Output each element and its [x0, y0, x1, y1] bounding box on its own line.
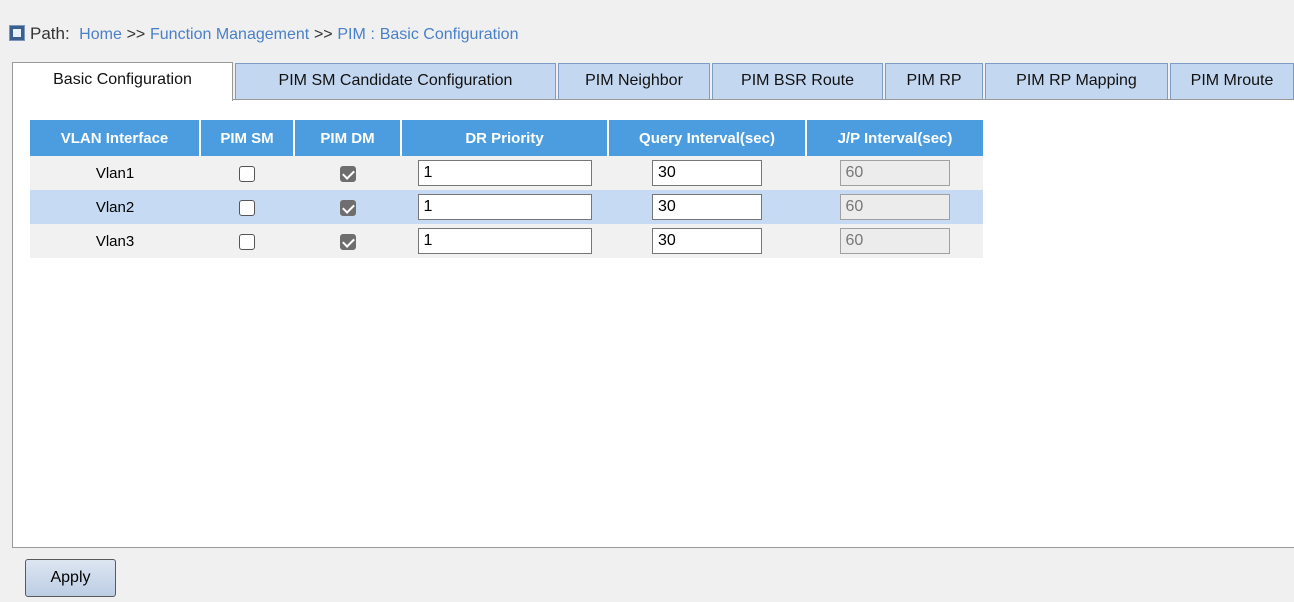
- pim-sm-cell: [200, 190, 294, 224]
- tab-pim-bsr-route[interactable]: PIM BSR Route: [712, 63, 883, 99]
- table-header-row: VLAN Interface PIM SM PIM DM DR Priority…: [30, 120, 983, 156]
- breadcrumb: Path: Home >> Function Management >> PIM…: [9, 20, 519, 48]
- jp-interval-input: 60: [839, 160, 950, 186]
- query-interval-cell: 30: [608, 190, 806, 224]
- pim-dm-checkbox[interactable]: [339, 165, 356, 182]
- button-bar: Apply: [0, 548, 1294, 602]
- pim-interface-table: VLAN Interface PIM SM PIM DM DR Priority…: [30, 120, 983, 258]
- column-header-query-interval: Query Interval(sec): [608, 120, 807, 156]
- dr-priority-input[interactable]: 1: [417, 228, 592, 254]
- query-interval-cell: 30: [608, 224, 806, 258]
- path-label: Path:: [30, 24, 70, 43]
- breadcrumb-colon: :: [370, 26, 375, 43]
- vlan-interface-cell: Vlan1: [30, 156, 200, 190]
- pim-sm-cell: [200, 156, 294, 190]
- query-interval-input[interactable]: 30: [652, 160, 762, 186]
- column-header-pim-sm: PIM SM: [200, 120, 295, 156]
- dr-priority-cell: 1: [401, 156, 608, 190]
- square-icon: [9, 25, 25, 41]
- pim-dm-checkbox[interactable]: [339, 199, 356, 216]
- tab-pim-neighbor[interactable]: PIM Neighbor: [558, 63, 710, 99]
- dr-priority-input[interactable]: 1: [417, 160, 592, 186]
- pim-sm-checkbox[interactable]: [239, 199, 255, 216]
- jp-interval-input: 60: [839, 228, 950, 254]
- dr-priority-cell: 1: [401, 224, 608, 258]
- vlan-interface-cell: Vlan3: [30, 224, 200, 258]
- vlan-interface-cell: Vlan2: [30, 190, 200, 224]
- pim-sm-cell: [200, 224, 294, 258]
- tab-bar: Basic Configuration PIM SM Candidate Con…: [12, 62, 1294, 101]
- table-row: Vlan2 1 30 60: [30, 190, 983, 224]
- jp-interval-input: 60: [839, 194, 950, 220]
- pim-dm-cell: [294, 190, 401, 224]
- table-row: Vlan3 1 30 60: [30, 224, 983, 258]
- breadcrumb-pim[interactable]: PIM: [337, 26, 365, 43]
- breadcrumb-separator: >>: [126, 26, 146, 43]
- pim-sm-checkbox[interactable]: [239, 165, 255, 182]
- pim-dm-cell: [294, 156, 401, 190]
- pim-sm-checkbox[interactable]: [239, 233, 255, 250]
- jp-interval-cell: 60: [806, 190, 983, 224]
- page: Path: Home >> Function Management >> PIM…: [0, 0, 1294, 602]
- breadcrumb-home[interactable]: Home: [79, 26, 122, 43]
- pim-dm-cell: [294, 224, 401, 258]
- query-interval-input[interactable]: 30: [652, 194, 762, 220]
- tab-basic-configuration[interactable]: Basic Configuration: [12, 62, 233, 101]
- breadcrumb-current: Basic Configuration: [379, 26, 519, 43]
- breadcrumb-function-management[interactable]: Function Management: [150, 26, 309, 43]
- column-header-vlan-interface: VLAN Interface: [30, 120, 201, 156]
- breadcrumb-separator: >>: [313, 26, 333, 43]
- column-header-pim-dm: PIM DM: [294, 120, 402, 156]
- dr-priority-cell: 1: [401, 190, 608, 224]
- content-panel: VLAN Interface PIM SM PIM DM DR Priority…: [12, 99, 1294, 548]
- query-interval-cell: 30: [608, 156, 806, 190]
- jp-interval-cell: 60: [806, 156, 983, 190]
- tab-pim-rp-mapping[interactable]: PIM RP Mapping: [985, 63, 1168, 99]
- apply-button[interactable]: Apply: [25, 559, 116, 597]
- column-header-dr-priority: DR Priority: [401, 120, 609, 156]
- tab-pim-rp[interactable]: PIM RP: [885, 63, 983, 99]
- pim-dm-checkbox[interactable]: [339, 233, 356, 250]
- column-header-jp-interval: J/P Interval(sec): [806, 120, 983, 156]
- table-row: Vlan1 1 30 60: [30, 156, 983, 190]
- query-interval-input[interactable]: 30: [652, 228, 762, 254]
- dr-priority-input[interactable]: 1: [417, 194, 592, 220]
- tab-pim-mroute[interactable]: PIM Mroute: [1170, 63, 1294, 99]
- tab-pim-sm-candidate-configuration[interactable]: PIM SM Candidate Configuration: [235, 63, 556, 99]
- jp-interval-cell: 60: [806, 224, 983, 258]
